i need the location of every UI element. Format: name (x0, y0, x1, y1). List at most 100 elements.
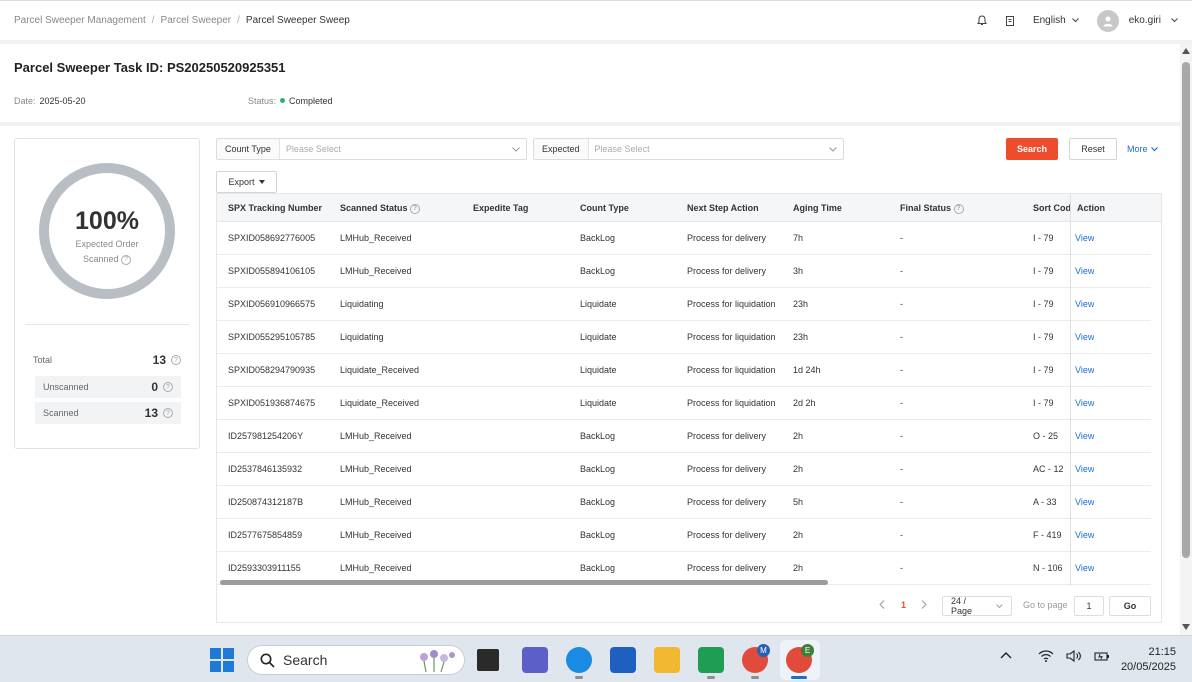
cell-final-status: - (900, 398, 903, 408)
page-size-select[interactable]: 24 / Page (942, 596, 1012, 616)
goto-page-input[interactable]: 1 (1074, 596, 1104, 616)
count-type-select[interactable]: Count Type Please Select (216, 138, 527, 160)
table-row: SPXID056910966575 Liquidating Liquidate Pro… (217, 288, 1151, 321)
cell-final-status: - (900, 332, 903, 342)
scroll-up-icon[interactable] (1182, 48, 1190, 54)
view-link[interactable]: View (1075, 354, 1094, 387)
sheets-icon[interactable] (698, 647, 724, 673)
clock-date: 20/05/2025 (1120, 661, 1176, 673)
help-icon[interactable]: ? (121, 254, 132, 265)
wifi-icon[interactable] (1038, 650, 1054, 662)
expected-label: Expected (534, 139, 589, 159)
task-view-icon[interactable] (477, 649, 499, 671)
view-link[interactable]: View (1075, 255, 1094, 288)
cell-count-type: Liquidate (580, 365, 617, 375)
total-label: Total (33, 355, 53, 365)
cell-scanned-status: LMHub_Received (340, 266, 412, 276)
column-header-count-type[interactable]: Count Type (580, 194, 629, 222)
cell-final-status: - (900, 530, 903, 540)
cell-final-status: - (900, 464, 903, 474)
expected-select[interactable]: Expected Please Select (533, 138, 844, 160)
view-link[interactable]: View (1075, 420, 1094, 453)
prev-page-icon[interactable] (879, 600, 885, 611)
breadcrumb-item-sweeper[interactable]: Parcel Sweeper (161, 15, 232, 26)
cell-aging-time: 2d 2h (793, 398, 816, 408)
column-header-next-step[interactable]: Next Step Action (687, 194, 759, 222)
scroll-down-icon[interactable] (1182, 624, 1190, 630)
flowers-icon (420, 650, 455, 672)
system-clock[interactable]: 21:15 20/05/2025 (1100, 645, 1176, 675)
help-icon[interactable]: ? (171, 355, 181, 365)
view-link[interactable]: View (1075, 387, 1094, 420)
teams-icon[interactable] (522, 647, 548, 673)
go-button[interactable]: Go (1109, 596, 1151, 616)
view-link[interactable]: View (1075, 519, 1094, 552)
view-link[interactable]: View (1075, 222, 1094, 255)
table-row: SPXID051936874675 Liquidate_Received Liqui… (217, 387, 1151, 420)
view-link[interactable]: View (1075, 453, 1094, 486)
user-menu[interactable]: eko.giri (1096, 9, 1178, 32)
search-button[interactable]: Search (1006, 138, 1058, 160)
table-row: SPXID055295105785 Liquidating Liquidate Pro… (217, 321, 1151, 354)
language-selector[interactable]: English (1033, 15, 1079, 26)
help-icon[interactable]: ? (410, 203, 421, 214)
bell-icon[interactable] (977, 15, 987, 26)
cell-sort-code: A - 33 (1033, 497, 1057, 507)
cell-scanned-status: LMHub_Received (340, 431, 412, 441)
chevron-up-icon[interactable] (1000, 650, 1012, 660)
clipboard-icon[interactable] (1005, 15, 1015, 26)
cell-tracking-number: ID250874312187B (228, 497, 304, 507)
help-icon[interactable]: ? (163, 408, 173, 418)
cell-scanned-status: Liquidating (340, 299, 384, 309)
column-header-tracking[interactable]: SPX Tracking Number (228, 194, 322, 222)
export-button[interactable]: Export (216, 171, 277, 193)
cell-final-status: - (900, 299, 903, 309)
reset-button[interactable]: Reset (1069, 138, 1117, 160)
cell-count-type: Liquidate (580, 332, 617, 342)
user-icon (1103, 16, 1113, 26)
speaker-icon[interactable] (1066, 650, 1082, 662)
breadcrumb-item-management[interactable]: Parcel Sweeper Management (14, 15, 146, 26)
file-explorer-icon[interactable] (654, 647, 680, 673)
cell-count-type: BackLog (580, 266, 616, 276)
expected-placeholder: Please Select (594, 144, 650, 154)
more-filters-button[interactable]: More (1127, 138, 1158, 160)
store-icon[interactable] (610, 647, 636, 673)
chevron-down-icon (1071, 18, 1079, 23)
column-header-scanned-status[interactable]: Scanned Status ? (340, 194, 421, 222)
view-link[interactable]: View (1075, 288, 1094, 321)
count-type-placeholder: Please Select (285, 144, 341, 154)
column-header-final-status[interactable]: Final Status ? (900, 194, 964, 222)
cell-sort-code: I - 79 (1033, 299, 1054, 309)
cell-final-status: - (900, 233, 903, 243)
pagination: 1 24 / Page Go to page 1 Go (217, 592, 1161, 622)
view-link[interactable]: View (1075, 552, 1094, 585)
cell-scanned-status: LMHub_Received (340, 497, 412, 507)
column-header-aging-time[interactable]: Aging Time (793, 194, 842, 222)
help-icon[interactable]: ? (953, 203, 964, 214)
cell-tracking-number: SPXID058294790935 (228, 365, 316, 375)
view-link[interactable]: View (1075, 486, 1094, 519)
total-value: 13 (152, 353, 166, 367)
windows-start-icon[interactable] (210, 648, 234, 672)
table-header: SPX Tracking Number Scanned Status ? Exp… (217, 194, 1161, 222)
vertical-scrollbar-thumb[interactable] (1182, 62, 1190, 558)
help-icon[interactable]: ? (163, 382, 173, 392)
edge-browser-icon[interactable] (566, 647, 592, 673)
cell-scanned-status: LMHub_Received (340, 464, 412, 474)
breadcrumb-separator: / (237, 15, 240, 26)
cell-next-step-action: Process for liquidation (687, 332, 776, 342)
page-number-current[interactable]: 1 (901, 600, 906, 610)
horizontal-scrollbar[interactable] (220, 580, 828, 585)
cell-next-step-action: Process for delivery (687, 266, 767, 276)
windows-taskbar: Search M E 21:15 20/05/2025 (0, 635, 1192, 682)
cell-sort-code: I - 79 (1033, 233, 1054, 243)
column-header-expedite-tag[interactable]: Expedite Tag (473, 194, 528, 222)
cell-tracking-number: SPXID055894106105 (228, 266, 316, 276)
chevron-down-icon (996, 603, 1003, 608)
view-link[interactable]: View (1075, 321, 1094, 354)
column-header-sort-code[interactable]: Sort Code (1033, 194, 1070, 222)
next-page-icon[interactable] (921, 600, 927, 611)
taskbar-search[interactable]: Search (247, 645, 465, 675)
cell-tracking-number: ID2537846135932 (228, 464, 303, 474)
